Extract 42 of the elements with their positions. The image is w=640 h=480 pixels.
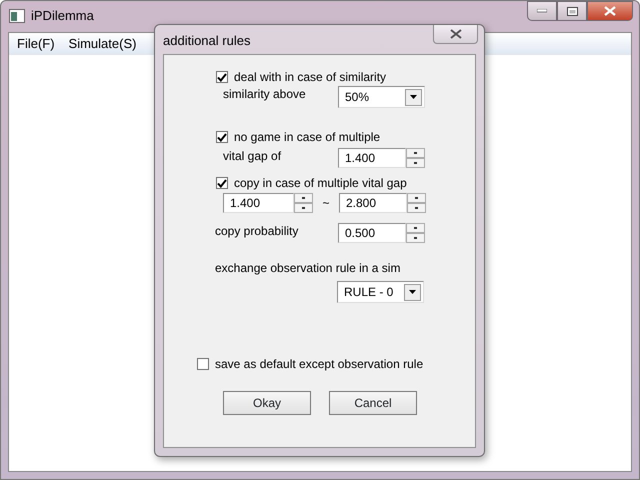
checkbox-label: copy in case of multiple vital gap (234, 175, 407, 192)
checkbox-label: no game in case of multiple (234, 129, 380, 146)
minimize-button[interactable] (527, 1, 557, 21)
minimize-icon (537, 9, 547, 13)
checkbox-label: save as default except observation rule (215, 356, 424, 373)
dialog-button[interactable]: Okay (223, 391, 311, 415)
number-field[interactable]: 1.400 (223, 193, 294, 213)
app-icon (9, 9, 25, 23)
spin-buttons[interactable] (406, 223, 425, 243)
window-title: iPDilemma (31, 7, 94, 26)
menu-item[interactable]: File(F) (17, 34, 55, 54)
checkbox-label: deal with in case of similarity (234, 69, 386, 86)
dropdown-value: RULE - 0 (344, 284, 394, 301)
close-icon (604, 6, 616, 16)
checkbox[interactable] (197, 358, 209, 370)
field-label: vital gap of (223, 148, 282, 165)
dropdown-value: 50% (345, 89, 370, 106)
spin-buttons[interactable] (407, 193, 426, 213)
range-separator: ~ (321, 195, 330, 212)
dialog-close-button[interactable] (433, 25, 478, 44)
maximize-button[interactable] (557, 1, 587, 21)
spin-buttons[interactable] (294, 193, 313, 213)
dialog-button[interactable]: Cancel (329, 391, 417, 415)
close-icon (450, 29, 462, 39)
field-label: exchange observation rule in a sim (215, 260, 402, 277)
caret-icon (409, 290, 416, 294)
menu-item[interactable]: Simulate(S) (68, 34, 136, 54)
checkbox[interactable] (216, 177, 228, 189)
caret-icon (410, 95, 417, 99)
checkbox[interactable] (216, 71, 228, 83)
number-field[interactable]: 1.400 (338, 148, 406, 168)
field-label: similarity above (223, 86, 307, 103)
dialog-title: additional rules (163, 32, 250, 50)
dropdown[interactable]: RULE - 0 (337, 281, 424, 303)
spin-buttons[interactable] (406, 148, 425, 168)
dropdown[interactable]: 50% (338, 86, 425, 108)
number-field[interactable]: 2.800 (339, 193, 407, 213)
close-button[interactable] (587, 1, 633, 21)
number-field[interactable]: 0.500 (338, 223, 406, 243)
checkbox[interactable] (216, 131, 228, 143)
field-label: copy probability (215, 223, 300, 240)
maximize-icon (566, 6, 578, 16)
